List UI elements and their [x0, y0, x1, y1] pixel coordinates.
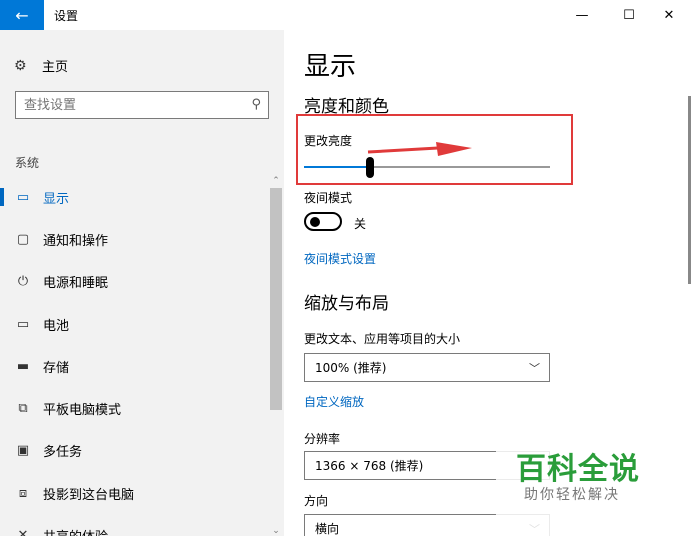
search-input[interactable] — [16, 92, 236, 118]
sidebar-item-storage[interactable]: ▬ 存储 — [0, 345, 268, 387]
night-mode-toggle[interactable] — [304, 212, 342, 231]
night-mode-settings-link[interactable]: 夜间模式设置 — [304, 250, 376, 267]
scale-value: 100% (推荐) — [315, 361, 387, 375]
toggle-knob — [310, 217, 320, 227]
sidebar-item-projecting[interactable]: ⧈ 投影到这台电脑 — [0, 472, 268, 514]
minimize-button[interactable]: — — [559, 0, 605, 30]
scroll-down-icon[interactable]: ⌄ — [268, 526, 284, 536]
tablet-icon: ⧉ — [18, 401, 28, 417]
sidebar-item-label: 投影到这台电脑 — [43, 487, 135, 503]
night-mode-state: 关 — [354, 217, 367, 231]
chevron-down-icon: ﹀ — [529, 362, 540, 375]
sidebar-scrollbar[interactable]: ⌃ ⌄ — [268, 176, 284, 536]
close-icon: ✕ — [663, 7, 675, 23]
night-mode-label: 夜间模式 — [304, 191, 353, 205]
title-bar: ← 设置 — ☐ ✕ — [0, 0, 692, 30]
monitor-icon: ▭ — [16, 189, 30, 205]
search-box[interactable]: ⚲ — [15, 91, 269, 119]
battery-icon: ▭ — [16, 316, 30, 332]
page-title: 显示 — [304, 52, 357, 82]
scroll-up-icon[interactable]: ⌃ — [268, 176, 284, 186]
shared-icon: ✕ — [17, 528, 29, 536]
sidebar: ⚙ 主页 ⚲ 系统 ▭ 显示 ▢ 通知和操作 ⏻ 电源和睡眠 ▭ 电池 ▬ 存储… — [0, 30, 284, 536]
sidebar-item-power[interactable]: ⏻ 电源和睡眠 — [0, 261, 268, 303]
sidebar-item-label: 通知和操作 — [43, 233, 109, 249]
storage-icon: ▬ — [16, 358, 30, 374]
sidebar-item-label: 存储 — [43, 360, 70, 376]
nav-list: ▭ 显示 ▢ 通知和操作 ⏻ 电源和睡眠 ▭ 电池 ▬ 存储 ⧉ 平板电脑模式 … — [0, 176, 268, 536]
power-icon: ⏻ — [17, 274, 29, 290]
watermark-title: 百科全说 — [516, 452, 640, 487]
multitask-icon: ▣ — [16, 443, 30, 459]
sidebar-item-label: 平板电脑模式 — [43, 403, 122, 419]
orientation-label: 方向 — [304, 494, 329, 508]
project-icon: ⧈ — [18, 485, 28, 501]
annotation-arrow — [367, 142, 472, 156]
back-button[interactable]: ← — [0, 0, 44, 30]
sidebar-item-notifications[interactable]: ▢ 通知和操作 — [0, 218, 268, 260]
resolution-value: 1366 × 768 (推荐) — [315, 459, 424, 473]
scale-section-title: 缩放与布局 — [304, 294, 389, 314]
resolution-label: 分辨率 — [304, 432, 341, 446]
sidebar-item-label: 显示 — [43, 191, 70, 207]
scrollbar-thumb[interactable] — [270, 188, 282, 410]
scale-label: 更改文本、应用等项目的大小 — [304, 332, 461, 346]
gear-icon: ⚙ — [14, 57, 27, 74]
sidebar-item-label: 共享的体验 — [43, 526, 108, 536]
home-label: 主页 — [42, 60, 69, 75]
watermark-subtitle: 助你轻松解决 — [524, 487, 620, 503]
minimize-icon: — — [575, 7, 589, 23]
orientation-value: 横向 — [315, 522, 340, 536]
main-scrollbar-thumb[interactable] — [688, 96, 691, 284]
scale-dropdown[interactable]: 100% (推荐) ﹀ — [304, 353, 550, 382]
section-label: 系统 — [15, 156, 40, 170]
sidebar-item-multitasking[interactable]: ▣ 多任务 — [0, 430, 268, 472]
home-link[interactable]: ⚙ 主页 — [14, 56, 69, 76]
sidebar-item-label: 电源和睡眠 — [43, 276, 109, 292]
sidebar-item-display[interactable]: ▭ 显示 — [0, 176, 268, 218]
sidebar-item-tablet-mode[interactable]: ⧉ 平板电脑模式 — [0, 387, 268, 429]
sidebar-item-label: 多任务 — [43, 445, 83, 461]
maximize-icon: ☐ — [623, 7, 635, 23]
sidebar-item-shared-experiences[interactable]: ✕ 共享的体验 — [0, 514, 268, 536]
notification-icon: ▢ — [16, 231, 30, 247]
watermark-logo: 百科全说 助你轻松解决 — [496, 438, 692, 536]
sidebar-item-label: 电池 — [43, 318, 70, 334]
search-icon[interactable]: ⚲ — [251, 97, 261, 112]
sidebar-item-battery[interactable]: ▭ 电池 — [0, 303, 268, 345]
window-title: 设置 — [54, 9, 79, 23]
back-arrow-icon: ← — [15, 5, 29, 25]
close-button[interactable]: ✕ — [646, 0, 692, 30]
custom-scale-link[interactable]: 自定义缩放 — [304, 393, 364, 410]
